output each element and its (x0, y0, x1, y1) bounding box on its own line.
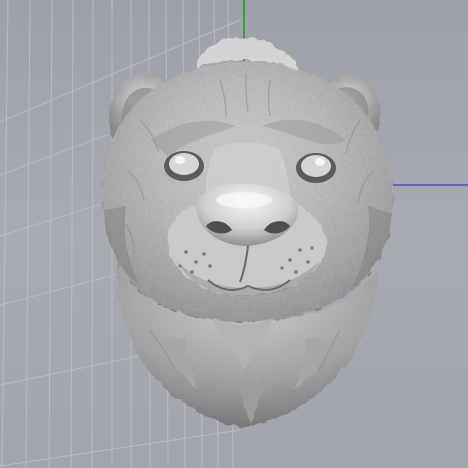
3d-viewport[interactable] (0, 0, 468, 468)
nose-highlight (216, 192, 272, 208)
left-eye (164, 151, 204, 181)
right-eye (296, 153, 336, 183)
sculpted-head-model[interactable] (0, 0, 468, 468)
